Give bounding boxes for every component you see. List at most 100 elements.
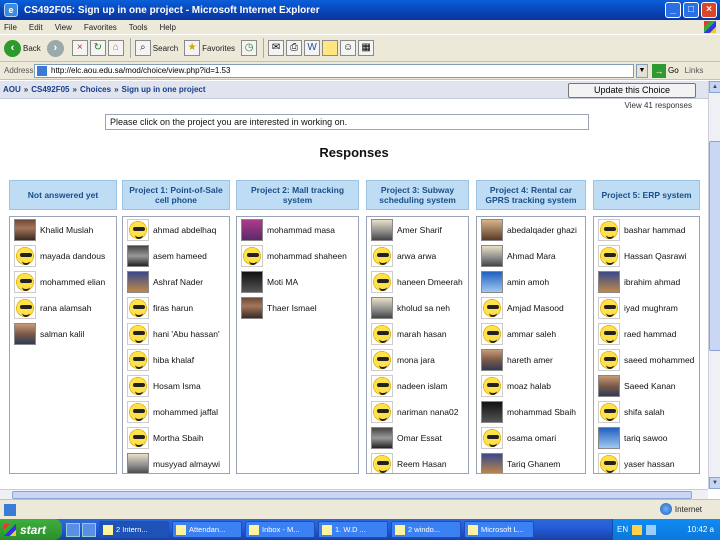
taskbar-task[interactable]: 1. W.D ... — [318, 521, 388, 538]
user-name[interactable]: Saeed Kanan — [624, 381, 676, 391]
breadcrumb-course[interactable]: CS492F05 — [31, 85, 69, 94]
menu-favorites[interactable]: Favorites — [84, 23, 117, 32]
user-name[interactable]: amin amoh — [507, 277, 549, 287]
user-name[interactable]: mohammad Sbaih — [507, 407, 576, 417]
user-name[interactable]: firas harun — [153, 303, 193, 313]
user-name[interactable]: Mortha Sbaih — [153, 433, 204, 443]
menu-help[interactable]: Help — [159, 23, 175, 32]
start-button[interactable]: start — [0, 519, 62, 540]
breadcrumb-choices[interactable]: Choices — [80, 85, 111, 94]
address-dropdown-icon[interactable]: ▼ — [636, 63, 648, 78]
taskbar-task[interactable]: 2 Intern... — [99, 521, 169, 538]
user-name[interactable]: mayada dandous — [40, 251, 105, 261]
user-name[interactable]: osama omari — [507, 433, 556, 443]
favorites-button[interactable]: ★ Favorites — [184, 40, 235, 56]
scroll-thumb[interactable] — [709, 141, 720, 351]
user-name[interactable]: mona jara — [397, 355, 435, 365]
user-name[interactable]: ahmad abdelhaq — [153, 225, 216, 235]
scroll-down-icon[interactable]: ▼ — [709, 477, 720, 489]
back-button[interactable]: ‹ Back — [4, 39, 41, 57]
user-name[interactable]: Ashraf Nader — [153, 277, 203, 287]
user-name[interactable]: shifa salah — [624, 407, 665, 417]
menu-edit[interactable]: Edit — [29, 23, 43, 32]
user-name[interactable]: marah hasan — [397, 329, 447, 339]
user-name[interactable]: salman kalil — [40, 329, 84, 339]
edit-word-icon[interactable]: W — [304, 40, 321, 56]
user-name[interactable]: arwa arwa — [397, 251, 436, 261]
user-name[interactable]: asem hameed — [153, 251, 207, 261]
user-name[interactable]: kholud sa neh — [397, 303, 450, 313]
user-name[interactable]: bashar hammad — [624, 225, 685, 235]
user-name[interactable]: Hosam Isma — [153, 381, 201, 391]
view-responses-link[interactable]: View 41 responses — [625, 101, 692, 110]
messenger-icon[interactable]: ☺ — [340, 40, 357, 56]
taskbar-task[interactable]: Microsoft L... — [464, 521, 534, 538]
user-name[interactable]: yaser hassan — [624, 459, 675, 469]
user-name[interactable]: Tariq Ghanem — [507, 459, 560, 469]
user-name[interactable]: Thaer Ismael — [267, 303, 317, 313]
user-name[interactable]: Amjad Masood — [507, 303, 564, 313]
user-name[interactable]: Ahmad Mara — [507, 251, 556, 261]
user-name[interactable]: Reem Hasan — [397, 459, 447, 469]
user-name[interactable]: saeed mohammed — [624, 355, 694, 365]
user-name[interactable]: mohammad masa — [267, 225, 335, 235]
user-name[interactable]: Omar Essat — [397, 433, 442, 443]
taskbar-task[interactable]: Attendan... — [172, 521, 242, 538]
user-name[interactable]: hani 'Abu hassan' — [153, 329, 220, 339]
horizontal-scrollbar[interactable] — [0, 489, 708, 499]
user-name[interactable]: haneen Dmeerah — [397, 277, 463, 287]
close-button[interactable]: × — [701, 2, 717, 18]
tray-icon[interactable] — [632, 524, 643, 535]
home-icon[interactable]: ⌂ — [107, 40, 124, 56]
user-name[interactable]: tariq sawoo — [624, 433, 667, 443]
search-button[interactable]: ⌕ Search — [134, 40, 178, 56]
maximize-button[interactable]: □ — [683, 2, 699, 18]
stop-icon[interactable]: × — [71, 40, 88, 56]
go-button[interactable]: → Go — [652, 63, 679, 78]
user-name[interactable]: raed hammad — [624, 329, 676, 339]
user-name[interactable]: ibrahim ahmad — [624, 277, 680, 287]
folder-icon[interactable] — [322, 40, 339, 56]
quick-launch-desktop-icon[interactable] — [82, 522, 96, 537]
network-icon[interactable] — [646, 524, 657, 535]
mail-icon[interactable]: ✉ — [268, 40, 285, 56]
vertical-scrollbar[interactable]: ▲ ▼ — [708, 81, 720, 489]
user-name[interactable]: ammar saleh — [507, 329, 556, 339]
menu-tools[interactable]: Tools — [129, 23, 148, 32]
user-name[interactable]: rana alamsah — [40, 303, 92, 313]
update-choice-button[interactable]: Update this Choice — [568, 83, 696, 98]
language-indicator[interactable]: EN — [617, 525, 628, 534]
user-name[interactable]: nariman nana02 — [397, 407, 458, 417]
print-icon[interactable]: ⎙ — [286, 40, 303, 56]
user-name[interactable]: Khalid Muslah — [40, 225, 93, 235]
user-name[interactable]: hareth amer — [507, 355, 553, 365]
breadcrumb-aou[interactable]: AOU — [3, 85, 21, 94]
user-name[interactable]: nadeen islam — [397, 381, 448, 391]
user-name[interactable]: Amer Sharif — [397, 225, 442, 235]
history-icon[interactable]: ◷ — [241, 40, 258, 56]
menu-view[interactable]: View — [55, 23, 72, 32]
user-name[interactable]: musyyad almaywi — [153, 459, 220, 469]
links-button[interactable]: Links — [685, 66, 704, 75]
user-name[interactable]: mohammed elian — [40, 277, 105, 287]
user-name[interactable]: Moti MA — [267, 277, 298, 287]
user-name[interactable]: mohammad shaheen — [267, 251, 347, 261]
scroll-up-icon[interactable]: ▲ — [709, 81, 720, 93]
minimize-button[interactable]: _ — [665, 2, 681, 18]
user-name[interactable]: mohammed jaffal — [153, 407, 218, 417]
user-name[interactable]: hiba khalaf — [153, 355, 194, 365]
quick-launch-ie-icon[interactable] — [66, 522, 80, 537]
research-icon[interactable]: ▦ — [358, 40, 375, 56]
user-name[interactable]: Hassan Qasrawi — [624, 251, 686, 261]
taskbar-task[interactable]: 2 windo... — [391, 521, 461, 538]
forward-button[interactable]: › — [46, 39, 66, 57]
refresh-icon[interactable]: ↻ — [89, 40, 106, 56]
user-name[interactable]: abedalqader ghazi — [507, 225, 577, 235]
h-scroll-thumb[interactable] — [12, 491, 692, 499]
user-name[interactable]: moaz halab — [507, 381, 551, 391]
taskbar-task[interactable]: Inbox - M... — [245, 521, 315, 538]
menu-file[interactable]: File — [4, 23, 17, 32]
url-input[interactable]: http://elc.aou.edu.sa/mod/choice/view.ph… — [34, 63, 634, 78]
window-title-bar[interactable]: e CS492F05: Sign up in one project - Mic… — [0, 0, 720, 20]
user-name[interactable]: iyad mughram — [624, 303, 678, 313]
